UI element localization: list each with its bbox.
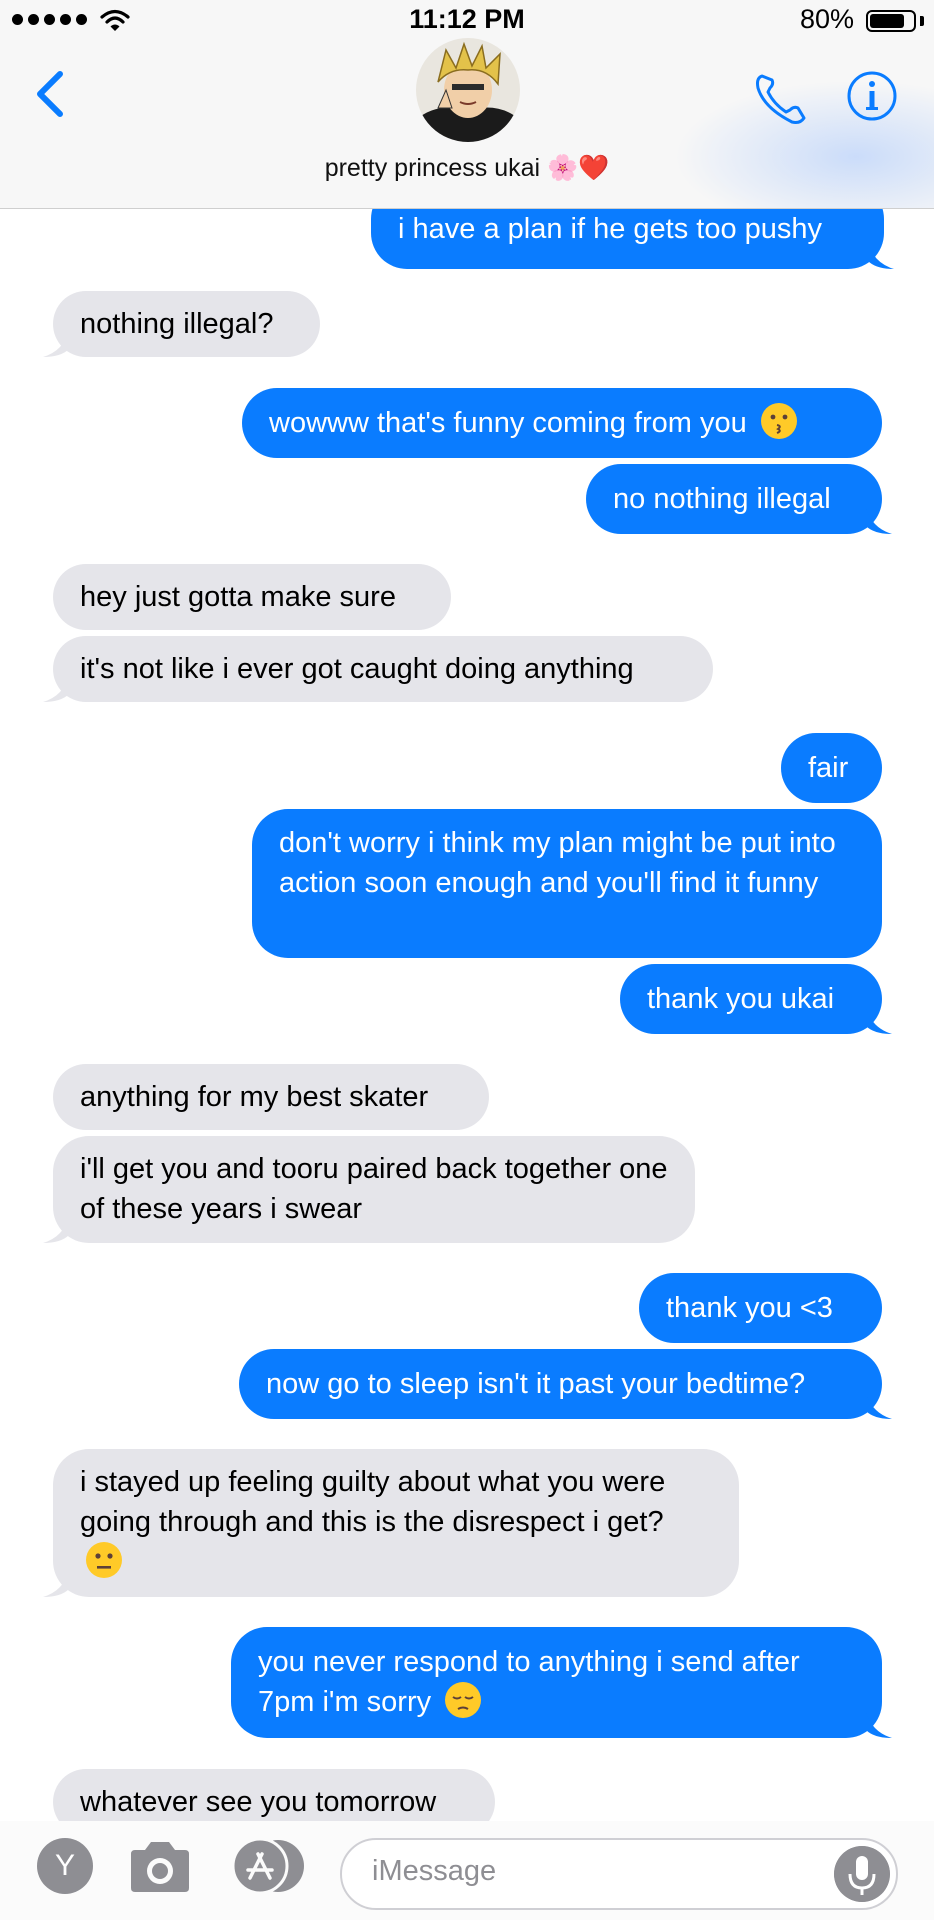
bubble-tail	[43, 1217, 69, 1243]
bubble-tail	[866, 1393, 892, 1419]
app-store-icon[interactable]	[232, 1838, 306, 1894]
battery-percentage: 80%	[799, 4, 854, 34]
message-text: now go to sleep isn't it past your bedti…	[266, 1368, 806, 1400]
message-text: you never respond to anything i send aft…	[258, 1646, 800, 1718]
message-text: whatever see you tomorrow	[80, 1786, 437, 1818]
message-bubble-incoming[interactable]: whatever see you tomorrow	[53, 1769, 495, 1821]
message-bubble-outgoing[interactable]: you never respond to anything i send aft…	[231, 1627, 892, 1738]
bubble-tail	[866, 1712, 892, 1738]
message-bubble-outgoing[interactable]: thank you ukai	[620, 964, 892, 1034]
message-bubble-outgoing[interactable]: no nothing illegal	[586, 464, 892, 534]
battery-cap	[920, 16, 924, 26]
message-text: anything for my best skater	[80, 1081, 429, 1113]
message-bubble-outgoing[interactable]: don't worry i think my plan might be put…	[252, 809, 882, 958]
message-text: thank you <3	[666, 1292, 833, 1324]
message-bubble-incoming[interactable]: i'll get you and tooru paired back toget…	[43, 1136, 695, 1243]
message-bubble-incoming[interactable]: anything for my best skater	[53, 1064, 489, 1130]
back-chevron-icon[interactable]	[30, 64, 70, 124]
message-text: no nothing illegal	[613, 483, 831, 515]
message-text: i stayed up feeling guilty about what yo…	[80, 1466, 666, 1538]
message-text: nothing illegal?	[80, 308, 274, 340]
message-input-placeholder: iMessage	[372, 1855, 497, 1887]
bubble-tail	[43, 676, 69, 702]
status-bar: 11:12 PM 80%	[0, 0, 934, 44]
message-text: i have a plan if he gets too pushy	[398, 213, 823, 245]
bubble-tail	[866, 1008, 892, 1034]
message-list[interactable]: i have a plan if he gets too pushy nothi…	[0, 209, 934, 1821]
message-text: don't worry i think my plan might be put…	[279, 827, 836, 899]
info-icon[interactable]	[846, 70, 898, 122]
microphone-icon[interactable]	[834, 1846, 890, 1902]
app-y-icon[interactable]: Y	[37, 1838, 93, 1894]
message-bubble-incoming[interactable]: it's not like i ever got caught doing an…	[43, 636, 713, 702]
message-bubble-incoming[interactable]: nothing illegal?	[43, 291, 320, 357]
message-bubble-incoming[interactable]: hey just gotta make sure	[53, 564, 451, 630]
message-bubble-outgoing[interactable]: now go to sleep isn't it past your bedti…	[239, 1349, 892, 1419]
contact-avatar[interactable]	[416, 38, 520, 142]
message-bubble-outgoing[interactable]: i have a plan if he gets too pushy	[371, 209, 894, 269]
battery-icon	[866, 10, 916, 32]
camera-icon[interactable]	[127, 1836, 193, 1896]
pensive-face-emoji	[445, 1682, 482, 1718]
status-time: 11:12 PM	[409, 4, 525, 34]
message-text: fair	[808, 752, 849, 784]
bubble-tail	[866, 508, 892, 534]
message-bubble-outgoing[interactable]: fair	[781, 733, 882, 803]
bubble-tail	[43, 1571, 69, 1597]
avatar-illustration	[416, 38, 520, 142]
message-bubble-outgoing[interactable]: thank you <3	[639, 1273, 882, 1343]
bubble-tail	[868, 243, 894, 269]
message-text: it's not like i ever got caught doing an…	[80, 653, 634, 685]
battery-fill	[870, 14, 904, 28]
message-text: wowww that's funny coming from you	[269, 407, 747, 439]
phone-icon[interactable]	[752, 68, 812, 128]
kissing-face-emoji	[760, 403, 797, 439]
message-input[interactable]: iMessage	[340, 1838, 898, 1910]
message-text: hey just gotta make sure	[80, 581, 396, 613]
message-bubble-incoming[interactable]: i stayed up feeling guilty about what yo…	[43, 1449, 739, 1597]
message-text: i'll get you and tooru paired back toget…	[80, 1153, 668, 1225]
bubble-tail	[43, 331, 69, 357]
message-bubble-outgoing[interactable]: wowww that's funny coming from you	[242, 388, 882, 458]
message-text: thank you ukai	[647, 983, 835, 1015]
contact-name[interactable]: pretty princess ukai 🌸❤️	[0, 154, 934, 183]
neutral-face-emoji	[86, 1542, 122, 1578]
